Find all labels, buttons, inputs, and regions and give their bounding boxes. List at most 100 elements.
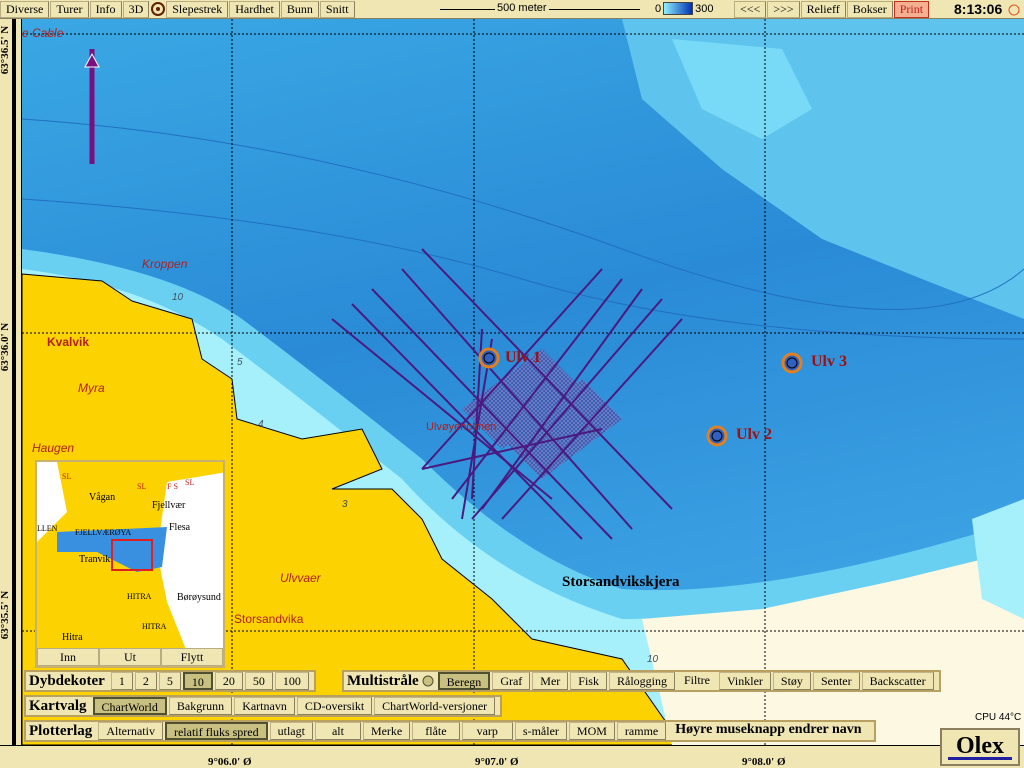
zoom-in-button[interactable]: Inn bbox=[37, 648, 99, 666]
rename-hint: Høyre museknapp endrer navn bbox=[668, 722, 869, 740]
olex-logo[interactable]: Olex bbox=[940, 728, 1020, 766]
minimap-label: Børøysund bbox=[177, 592, 221, 603]
minimap-label: SL bbox=[62, 472, 72, 481]
contour-20-button[interactable]: 20 bbox=[214, 672, 243, 690]
target-icon[interactable] bbox=[150, 1, 166, 17]
marker-label[interactable]: Ulv 3 bbox=[811, 353, 847, 371]
minimap-label: FJELLVÆRØYA bbox=[75, 528, 132, 537]
clock: 8:13:06 bbox=[954, 1, 1003, 17]
plotterlag-label: Plotterlag bbox=[29, 722, 93, 739]
contour-2-button[interactable]: 2 bbox=[134, 672, 157, 690]
depth-label: 3 bbox=[342, 499, 348, 510]
cd-oversikt-button[interactable]: CD-oversikt bbox=[296, 697, 373, 715]
relatif-fluks-spred-button[interactable]: relatif fluks spred bbox=[164, 722, 268, 740]
mom-button[interactable]: MOM bbox=[568, 722, 615, 740]
minimap-label: F S bbox=[167, 482, 178, 491]
contour-10-button[interactable]: 10 bbox=[182, 672, 213, 690]
filtre-button[interactable]: Filtre bbox=[676, 672, 717, 690]
alternativ-button[interactable]: Alternativ bbox=[98, 722, 163, 740]
relieff-button[interactable]: Relieff bbox=[800, 1, 846, 18]
zoom-out-button[interactable]: Ut bbox=[99, 648, 161, 666]
minimap-label: SL bbox=[137, 482, 147, 491]
lon-label: 9°08.0' Ø bbox=[742, 756, 786, 768]
lon-label: 9°06.0' Ø bbox=[208, 756, 252, 768]
next-button[interactable]: >>> bbox=[767, 1, 800, 18]
marker-label[interactable]: Ulv 2 bbox=[736, 426, 772, 444]
multistraale-panel: Multistråle Beregn Graf Mer Fisk Råloggi… bbox=[342, 670, 941, 692]
contour-50-button[interactable]: 50 bbox=[244, 672, 273, 690]
dybdekoter-label: Dybdekoter bbox=[29, 672, 105, 689]
merke-button[interactable]: Merke bbox=[362, 722, 411, 740]
flaate-button[interactable]: flåte bbox=[412, 722, 460, 740]
lat-label: 63°35.5' N bbox=[0, 590, 11, 640]
beregn-button[interactable]: Beregn bbox=[437, 672, 491, 690]
minimap-label: Tranvik bbox=[79, 554, 111, 565]
alt-button[interactable]: alt bbox=[314, 722, 361, 740]
raalogging-button[interactable]: Rålogging bbox=[608, 672, 675, 690]
latitude-axis: 63°36.5' N 63°36.0' N 63°35.5' N bbox=[0, 19, 22, 745]
s-maaler-button[interactable]: s-måler bbox=[514, 722, 567, 740]
print-button[interactable]: Print bbox=[893, 1, 930, 18]
kartvalg-panel: Kartvalg ChartWorld Bakgrunn Kartnavn CD… bbox=[24, 695, 503, 717]
minimap-label: LLEN bbox=[37, 524, 58, 533]
scale-bar: 500 meter bbox=[440, 2, 640, 16]
hardhet-button[interactable]: Hardhet bbox=[229, 0, 280, 18]
backscatter-button[interactable]: Backscatter bbox=[861, 672, 934, 690]
turer-button[interactable]: Turer bbox=[50, 0, 89, 18]
contour-100-button[interactable]: 100 bbox=[274, 672, 309, 690]
minimap-label: Vågan bbox=[89, 492, 116, 503]
longitude-axis: 9°06.0' Ø 9°07.0' Ø 9°08.0' Ø bbox=[0, 745, 1024, 768]
move-button[interactable]: Flytt bbox=[161, 648, 223, 666]
overview-minimap[interactable]: Vågan Fjellvær Flesa FJELLVÆRØYA LLEN Tr… bbox=[35, 460, 225, 668]
stoy-button[interactable]: Støy bbox=[772, 672, 811, 690]
lon-label: 9°07.0' Ø bbox=[475, 756, 519, 768]
map-label: Myra bbox=[78, 381, 105, 395]
depth-label: 10 bbox=[647, 654, 659, 665]
kartnavn-button[interactable]: Kartnavn bbox=[234, 697, 295, 715]
utlagt-button[interactable]: utlagt bbox=[269, 722, 313, 740]
3d-button[interactable]: 3D bbox=[122, 0, 150, 18]
bunn-button[interactable]: Bunn bbox=[280, 0, 319, 18]
depth-max: 300 bbox=[695, 2, 714, 15]
minimap-chart bbox=[37, 462, 223, 652]
lat-label: 63°36.0' N bbox=[0, 322, 11, 372]
map-label: Storsandvika bbox=[234, 612, 304, 626]
chartworld-versjoner-button[interactable]: ChartWorld-versjoner bbox=[374, 697, 496, 715]
bakgrunn-button[interactable]: Bakgrunn bbox=[168, 697, 233, 715]
vinkler-button[interactable]: Vinkler bbox=[718, 672, 771, 690]
multistraale-label: Multistråle bbox=[347, 672, 419, 689]
chartworld-button[interactable]: ChartWorld bbox=[92, 697, 167, 715]
map-label: Haugen bbox=[32, 441, 75, 455]
map-label: Ulvøyeholmen bbox=[426, 421, 497, 433]
kartvalg-label: Kartvalg bbox=[29, 697, 87, 714]
senter-button[interactable]: Senter bbox=[812, 672, 860, 690]
contour-1-button[interactable]: 1 bbox=[110, 672, 133, 690]
depth-label: 10 bbox=[172, 292, 184, 303]
minimap-label: HITRA bbox=[127, 592, 152, 601]
map-label: Storsandvikskjera bbox=[562, 574, 680, 590]
ramme-button[interactable]: ramme bbox=[616, 722, 667, 740]
status-indicator-icon bbox=[422, 675, 434, 687]
varp-button[interactable]: varp bbox=[461, 722, 513, 740]
map-label: Kvalvik bbox=[47, 335, 90, 349]
scale-label: 500 meter bbox=[495, 2, 549, 14]
info-button[interactable]: Info bbox=[89, 0, 122, 18]
buoy-marker-icon[interactable] bbox=[781, 352, 803, 374]
depth-label: 5 bbox=[237, 357, 243, 368]
bokser-button[interactable]: Bokser bbox=[846, 1, 893, 18]
buoy-marker-icon[interactable] bbox=[706, 425, 728, 447]
marker-label[interactable]: Ulv 1 bbox=[505, 349, 541, 367]
prev-button[interactable]: <<< bbox=[734, 1, 767, 18]
minimap-label: HITRA bbox=[142, 622, 167, 631]
graf-button[interactable]: Graf bbox=[492, 672, 531, 690]
dybdekoter-panel: Dybdekoter 1 2 5 10 20 50 100 bbox=[24, 670, 316, 692]
buoy-marker-icon[interactable] bbox=[478, 347, 500, 369]
snitt-button[interactable]: Snitt bbox=[319, 0, 355, 18]
contour-5-button[interactable]: 5 bbox=[158, 672, 181, 690]
mer-button[interactable]: Mer bbox=[532, 672, 569, 690]
fisk-button[interactable]: Fisk bbox=[570, 672, 607, 690]
map-label: Ulvvaer bbox=[280, 571, 321, 585]
minimap-label: Hitra bbox=[62, 632, 83, 643]
slepestrek-button[interactable]: Slepestrek bbox=[166, 0, 229, 18]
cpu-temperature: CPU 44°C bbox=[975, 712, 1022, 723]
